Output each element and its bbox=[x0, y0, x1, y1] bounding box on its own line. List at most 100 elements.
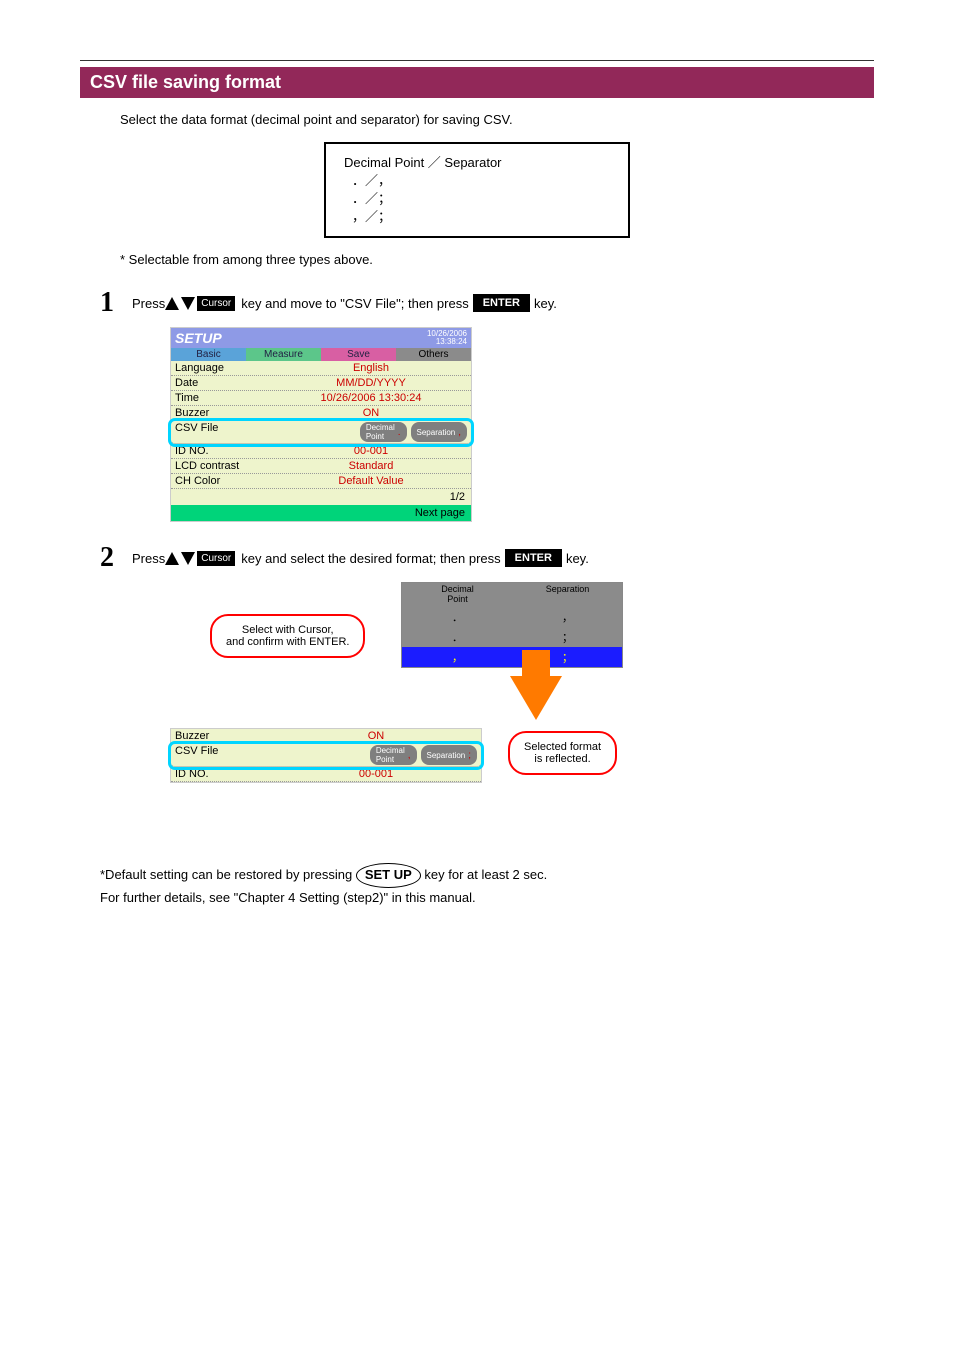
callout-right: Selected format is reflected. bbox=[508, 731, 617, 775]
setup-screenshot: SETUP 10/26/2006 13:38:24 Basic Measure … bbox=[170, 327, 472, 522]
setup-titlebar: SETUP 10/26/2006 13:38:24 bbox=[171, 328, 471, 348]
step-text: key. bbox=[534, 296, 557, 311]
label: CSV File bbox=[175, 422, 275, 442]
format-line: ．／， bbox=[352, 172, 612, 190]
value: ON bbox=[275, 730, 477, 742]
opt-sep: ； bbox=[512, 627, 622, 647]
page-indicator: 1/2 bbox=[171, 489, 471, 505]
intro-text: Select the data format (decimal point an… bbox=[120, 110, 874, 130]
step-text: Press bbox=[132, 551, 165, 566]
row-csv-file[interactable]: CSV File Decimal Point . Separation , bbox=[171, 421, 471, 444]
value: ON bbox=[275, 407, 467, 419]
pill-label: Separation bbox=[417, 428, 456, 437]
up-icon bbox=[165, 552, 179, 565]
row-date[interactable]: Date MM/DD/YYYY bbox=[171, 376, 471, 391]
col-separator: Separation bbox=[512, 583, 622, 607]
label: Buzzer bbox=[175, 730, 275, 742]
csv-decimal-pill[interactable]: Decimal Point . bbox=[360, 422, 407, 442]
footer-line1b: key for at least 2 sec. bbox=[424, 867, 547, 882]
cursor-key: Cursor bbox=[197, 296, 235, 311]
label: ID NO. bbox=[175, 768, 275, 780]
down-icon bbox=[181, 552, 195, 565]
pill-value: , bbox=[408, 750, 411, 761]
label: Time bbox=[175, 392, 275, 404]
row-buzzer[interactable]: Buzzer ON bbox=[171, 729, 481, 744]
row-idno[interactable]: ID NO. 00-001 bbox=[171, 444, 471, 459]
value: 10/26/2006 13:30:24 bbox=[275, 392, 467, 404]
opt-dec: ． bbox=[402, 627, 512, 647]
setup-time: 13:38:24 bbox=[436, 337, 467, 346]
label: Date bbox=[175, 377, 275, 389]
enter-key: ENTER bbox=[505, 549, 562, 567]
opt-sep: ， bbox=[512, 607, 622, 627]
tab-others[interactable]: Others bbox=[396, 348, 471, 361]
value: English bbox=[275, 362, 467, 374]
down-icon bbox=[181, 297, 195, 310]
footer-notes: *Default setting can be restored by pres… bbox=[100, 863, 874, 909]
footer-line2: For further details, see "Chapter 4 Sett… bbox=[100, 888, 874, 909]
format-header: Decimal Point ／ Separator bbox=[344, 154, 604, 172]
step-number: 2 bbox=[100, 542, 114, 574]
col-decimal: Decimal Point bbox=[402, 583, 512, 607]
step-2: 2 Press Cursor key and select the desire… bbox=[100, 542, 874, 574]
row-time[interactable]: Time 10/26/2006 13:30:24 bbox=[171, 391, 471, 406]
value: Standard bbox=[275, 460, 467, 472]
row-lcd[interactable]: LCD contrast Standard bbox=[171, 459, 471, 474]
format-option[interactable]: ． ； bbox=[402, 627, 622, 647]
row-buzzer[interactable]: Buzzer ON bbox=[171, 406, 471, 421]
step-text: key and select the desired format; then … bbox=[241, 551, 500, 566]
opt-dec: ． bbox=[402, 607, 512, 627]
row-language[interactable]: Language English bbox=[171, 361, 471, 376]
format-line: ，／； bbox=[352, 208, 612, 226]
csv-separator-pill[interactable]: Separation , bbox=[411, 422, 467, 442]
format-box: Decimal Point ／ Separator ．／， ．／； ，／； bbox=[324, 142, 630, 239]
next-page-button[interactable]: Next page bbox=[171, 505, 471, 521]
label: LCD contrast bbox=[175, 460, 275, 472]
row-csv-file[interactable]: CSV File Decimal Point , Separation ; bbox=[171, 744, 481, 767]
pill-label: Decimal Point bbox=[366, 423, 395, 441]
enter-key: ENTER bbox=[473, 294, 530, 312]
value: Default Value bbox=[275, 475, 467, 487]
footer-line1a: *Default setting can be restored by pres… bbox=[100, 867, 356, 882]
label: Language bbox=[175, 362, 275, 374]
format-select-grid[interactable]: Decimal Point Separation ． ， ． ； ， ； bbox=[401, 582, 623, 668]
tab-save[interactable]: Save bbox=[321, 348, 396, 361]
value: MM/DD/YYYY bbox=[275, 377, 467, 389]
section-title: CSV file saving format bbox=[80, 67, 874, 98]
value: 00-001 bbox=[275, 445, 467, 457]
setup-tabs[interactable]: Basic Measure Save Others bbox=[171, 348, 471, 361]
row-idno[interactable]: ID NO. 00-001 bbox=[171, 767, 481, 782]
callout-left: Select with Cursor, and confirm with ENT… bbox=[210, 614, 365, 658]
selectable-note: * Selectable from among three types abov… bbox=[120, 252, 874, 267]
pill-label: Separation bbox=[427, 751, 466, 760]
tab-measure[interactable]: Measure bbox=[246, 348, 321, 361]
setup-key-icon: SET UP bbox=[356, 863, 421, 888]
pill-value: ; bbox=[468, 750, 471, 761]
value: 00-001 bbox=[275, 768, 477, 780]
arrow-down-icon bbox=[510, 676, 562, 720]
step-text: Press bbox=[132, 296, 165, 311]
label: ID NO. bbox=[175, 445, 275, 457]
csv-decimal-pill[interactable]: Decimal Point , bbox=[370, 745, 417, 765]
opt-dec: ， bbox=[402, 647, 512, 667]
label: CH Color bbox=[175, 475, 275, 487]
step-1: 1 Press Cursor key and move to "CSV File… bbox=[100, 287, 874, 319]
pill-value: , bbox=[458, 427, 461, 438]
setup-title-text: SETUP bbox=[175, 330, 222, 346]
step-number: 1 bbox=[100, 287, 114, 319]
format-line: ．／； bbox=[352, 190, 612, 208]
csv-separator-pill[interactable]: Separation ; bbox=[421, 745, 477, 765]
pill-label: Decimal Point bbox=[376, 746, 405, 764]
format-option-selected[interactable]: ， ； bbox=[402, 647, 622, 667]
cursor-key: Cursor bbox=[197, 551, 235, 566]
reflected-rows: Buzzer ON CSV File Decimal Point , Separ… bbox=[170, 728, 482, 783]
up-icon bbox=[165, 297, 179, 310]
step-text: key and move to "CSV File"; then press bbox=[241, 296, 468, 311]
tab-basic[interactable]: Basic bbox=[171, 348, 246, 361]
format-option[interactable]: ． ， bbox=[402, 607, 622, 627]
step-text: key. bbox=[566, 551, 589, 566]
pill-value: . bbox=[398, 427, 401, 438]
label: Buzzer bbox=[175, 407, 275, 419]
row-chcolor[interactable]: CH Color Default Value bbox=[171, 474, 471, 489]
label: CSV File bbox=[175, 745, 275, 765]
